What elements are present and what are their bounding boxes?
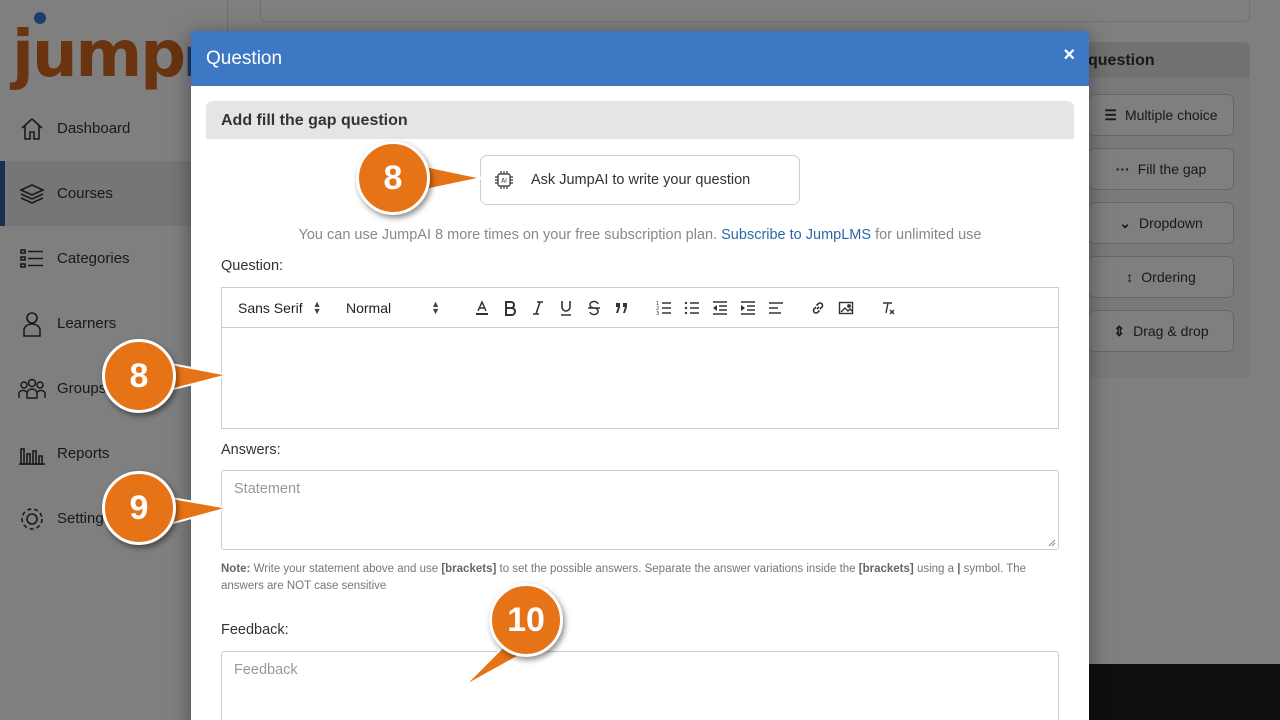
svg-text:AI: AI xyxy=(501,178,507,185)
bold-icon[interactable] xyxy=(496,296,524,320)
indent-icon[interactable] xyxy=(734,296,762,320)
question-label: Question: xyxy=(221,258,284,274)
answers-label: Answers: xyxy=(221,442,281,458)
svg-text:3: 3 xyxy=(656,311,659,316)
answers-placeholder: Statement xyxy=(234,481,301,497)
subscribe-link[interactable]: Subscribe to JumpLMS xyxy=(721,227,871,243)
ask-jumpai-label: Ask JumpAI to write your question xyxy=(531,172,751,188)
close-icon[interactable]: × xyxy=(1063,44,1075,67)
link-icon[interactable] xyxy=(804,296,832,320)
callout-number: 9 xyxy=(102,471,176,545)
callout-number: 8 xyxy=(356,141,430,215)
callout-number: 10 xyxy=(489,583,563,657)
blockquote-icon[interactable] xyxy=(608,296,636,320)
select-arrows-icon: ▲ ▼ xyxy=(431,298,440,316)
note-brackets-2: [brackets] xyxy=(858,563,914,575)
select-arrows-icon: ▲ ▼ xyxy=(312,298,322,316)
ordered-list-icon[interactable]: 123 xyxy=(650,296,678,320)
outdent-icon[interactable] xyxy=(706,296,734,320)
feedback-placeholder: Feedback xyxy=(234,662,298,678)
resize-handle-icon[interactable] xyxy=(1048,539,1056,547)
image-icon[interactable] xyxy=(832,296,860,320)
question-editor-body[interactable] xyxy=(222,328,1058,428)
feedback-input[interactable]: Feedback xyxy=(221,651,1059,720)
font-size-value: Normal xyxy=(346,299,392,316)
note-bold: Note: xyxy=(221,563,251,575)
subscription-note: You can use JumpAI 8 more times on your … xyxy=(206,227,1074,243)
note-pipe: | xyxy=(957,563,961,575)
font-size-select[interactable]: Normal ▲ ▼ xyxy=(346,298,440,316)
ask-jumpai-button[interactable]: AI Ask JumpAI to write your question xyxy=(480,155,800,205)
note-text-2: to set the possible answers. Separate th… xyxy=(499,563,856,575)
modal-header: Question × xyxy=(191,31,1089,86)
subscription-note-text: You can use JumpAI 8 more times on your … xyxy=(298,227,718,243)
editor-toolbar: Sans Serif ▲ ▼ Normal ▲ ▼ 123 xyxy=(222,288,1058,328)
callout-number: 8 xyxy=(102,339,176,413)
italic-icon[interactable] xyxy=(524,296,552,320)
card-title: Add fill the gap question xyxy=(206,101,1074,139)
clear-format-icon[interactable] xyxy=(874,296,902,320)
question-modal: Question × Add fill the gap question AI … xyxy=(191,31,1089,720)
ai-chip-icon: AI xyxy=(491,167,517,193)
answers-note: Note: Write your statement above and use… xyxy=(221,561,1041,595)
font-family-select[interactable]: Sans Serif ▲ ▼ xyxy=(238,298,332,316)
note-text-1: Write your statement above and use xyxy=(253,563,439,575)
text-color-icon[interactable] xyxy=(468,296,496,320)
answers-statement-input[interactable]: Statement xyxy=(221,470,1059,550)
align-left-icon[interactable] xyxy=(762,296,790,320)
font-family-value: Sans Serif xyxy=(238,299,303,316)
question-editor: Sans Serif ▲ ▼ Normal ▲ ▼ 123 xyxy=(221,287,1059,429)
subscription-note-suffix: for unlimited use xyxy=(875,227,982,243)
note-text-3: using a xyxy=(916,563,955,575)
note-brackets: [brackets] xyxy=(441,563,497,575)
bullet-list-icon[interactable] xyxy=(678,296,706,320)
feedback-label: Feedback: xyxy=(221,622,289,638)
underline-icon[interactable] xyxy=(552,296,580,320)
modal-title: Question xyxy=(206,47,283,69)
fill-gap-card: Add fill the gap question AI Ask JumpAI … xyxy=(206,101,1074,720)
strikethrough-icon[interactable] xyxy=(580,296,608,320)
